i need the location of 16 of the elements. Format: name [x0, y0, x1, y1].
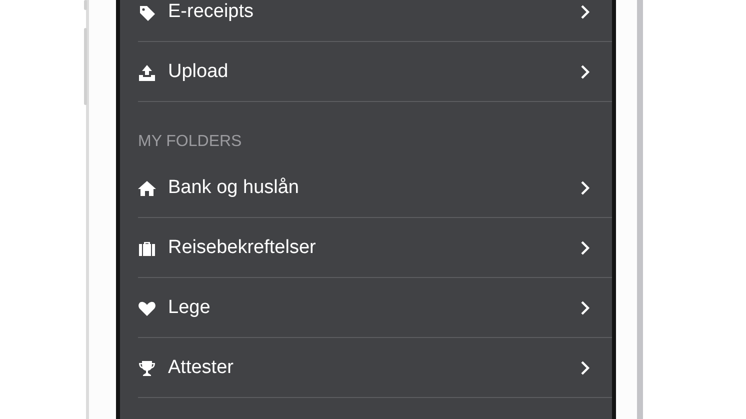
house-icon [138, 178, 156, 196]
menu-item[interactable]: Bank og huslån [138, 158, 612, 218]
trophy-icon [138, 358, 156, 376]
chevron-right-icon [580, 240, 590, 256]
menu-item[interactable]: E-receipts [138, 0, 612, 42]
chevron-right-icon [580, 4, 590, 20]
chevron-right-icon [580, 64, 590, 80]
upload-icon [138, 62, 156, 80]
section-header: MY FOLDERS [138, 133, 242, 151]
chevron-right-icon [580, 300, 590, 316]
menu-item[interactable]: Lege [138, 278, 612, 338]
chevron-right-icon [580, 180, 590, 196]
chevron-right-icon [580, 360, 590, 376]
menu-item[interactable]: Upload [138, 42, 612, 102]
menu-item[interactable]: Attester [138, 338, 612, 398]
menu-item[interactable]: Reisebekreftelser [138, 218, 612, 278]
